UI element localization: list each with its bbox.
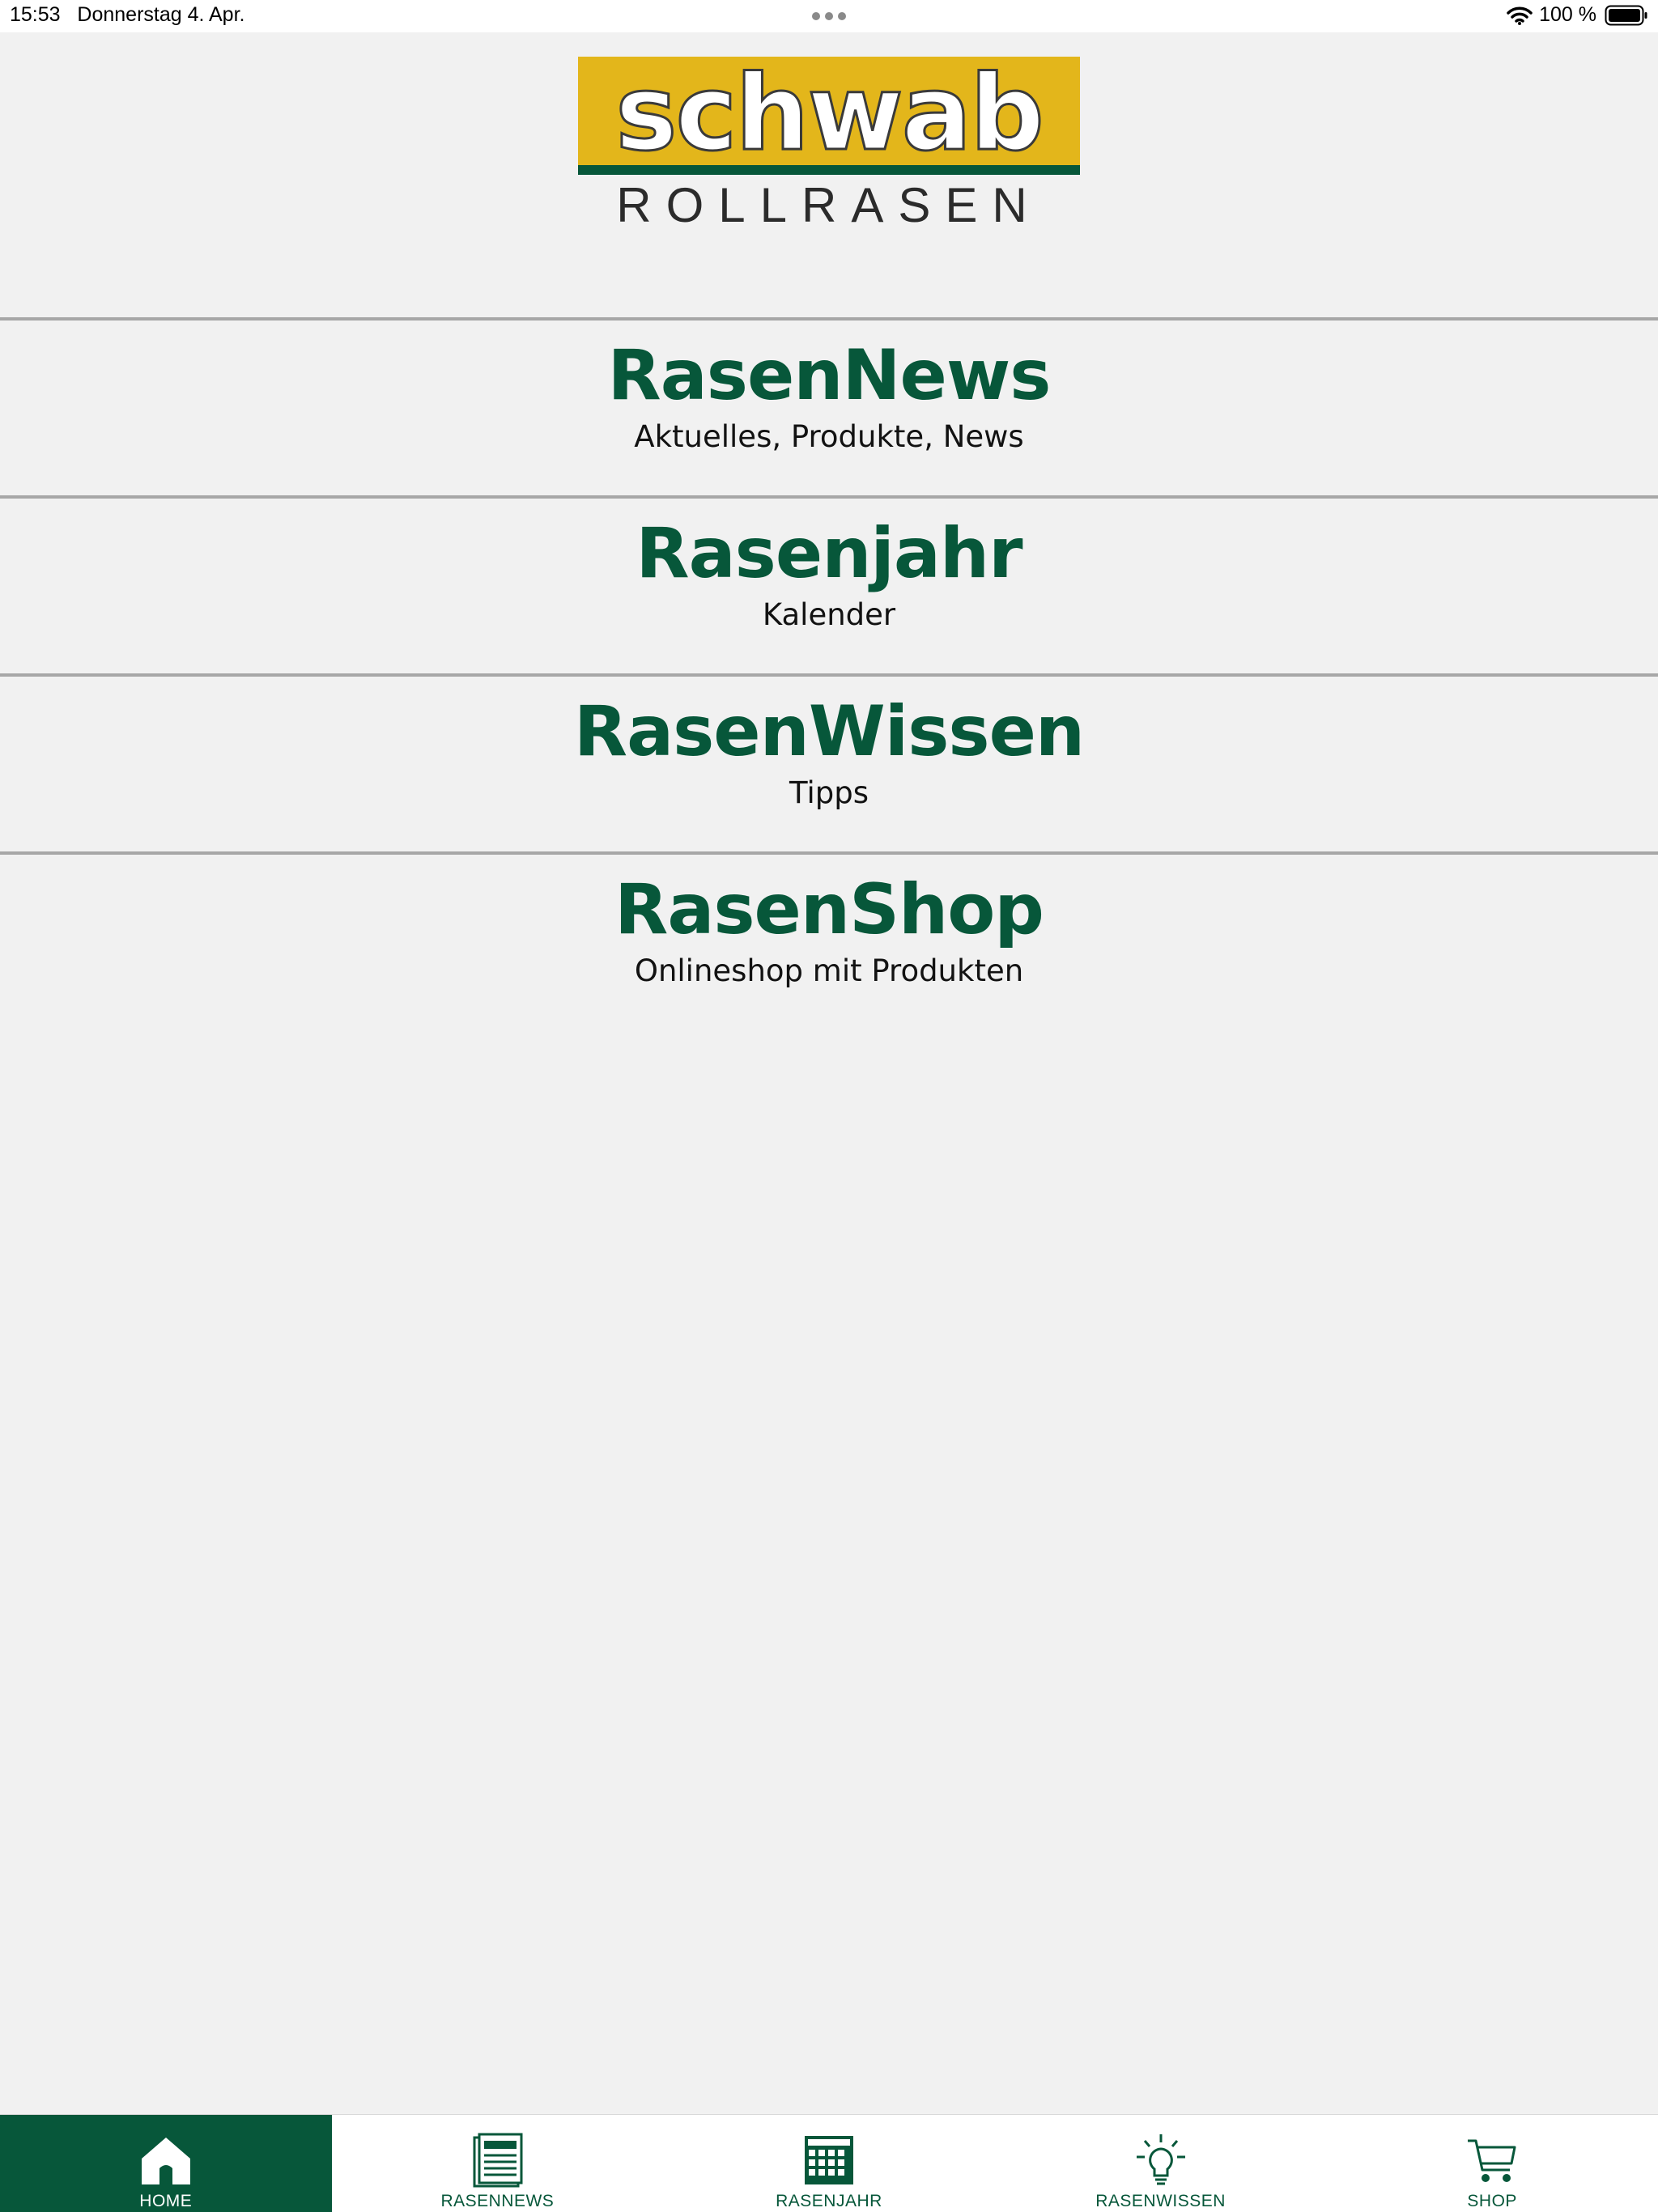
- logo-wordmark: schwab: [615, 57, 1042, 174]
- tab-label: SHOP: [1467, 2192, 1517, 2210]
- newspaper-icon: [473, 2133, 523, 2188]
- menu-item-subtitle: Onlineshop mit Produkten: [634, 953, 1024, 988]
- tab-home[interactable]: HOME: [0, 2115, 332, 2212]
- calendar-icon: [804, 2136, 853, 2184]
- tab-label: RASENJAHR: [776, 2192, 882, 2210]
- tab-shop[interactable]: SHOP: [1326, 2115, 1658, 2212]
- menu-item-subtitle: Tipps: [789, 775, 869, 810]
- tab-label: HOME: [139, 2192, 193, 2210]
- menu-item-title: RasenWissen: [573, 691, 1085, 772]
- tab-bar: HOME RASENNEWS RASENJAHR RASENWISSEN SHO…: [0, 2114, 1658, 2212]
- schwab-rollrasen-logo: schwab ROLLRASEN: [578, 57, 1080, 228]
- menu-item-rasenwissen[interactable]: RasenWissen Tipps: [0, 673, 1658, 851]
- more-dots-icon[interactable]: [811, 11, 847, 21]
- menu-item-subtitle: Kalender: [762, 597, 896, 632]
- status-right: 100 %: [1507, 3, 1648, 27]
- battery-percentage: 100 %: [1539, 3, 1596, 26]
- tab-rasenwissen[interactable]: RASENWISSEN: [995, 2115, 1327, 2212]
- logo-subtitle: ROLLRASEN: [616, 178, 1041, 228]
- status-time-date: 15:53 Donnerstag 4. Apr.: [10, 3, 245, 26]
- lightbulb-icon: [1136, 2134, 1185, 2185]
- menu-item-rasenshop[interactable]: RasenShop Onlineshop mit Produkten: [0, 851, 1658, 1033]
- tab-label: RASENWISSEN: [1095, 2192, 1226, 2210]
- wifi-icon: [1507, 6, 1533, 25]
- battery-icon: [1605, 5, 1647, 25]
- tab-label: RASENNEWS: [440, 2192, 555, 2210]
- menu-item-rasennews[interactable]: RasenNews Aktuelles, Produkte, News: [0, 317, 1658, 495]
- menu-item-title: RasenNews: [607, 335, 1052, 416]
- menu-item-title: RasenShop: [614, 869, 1044, 950]
- main-menu: RasenNews Aktuelles, Produkte, News Rase…: [0, 317, 1658, 1033]
- menu-item-subtitle: Aktuelles, Produkte, News: [634, 419, 1024, 454]
- tab-rasennews[interactable]: RASENNEWS: [332, 2115, 664, 2212]
- status-bar: 15:53 Donnerstag 4. Apr. 100 %: [0, 0, 1658, 32]
- cart-icon: [1468, 2139, 1516, 2182]
- menu-item-rasenjahr[interactable]: Rasenjahr Kalender: [0, 495, 1658, 673]
- home-icon: [141, 2138, 190, 2184]
- tab-rasenjahr[interactable]: RASENJAHR: [663, 2115, 995, 2212]
- menu-item-title: Rasenjahr: [636, 513, 1022, 594]
